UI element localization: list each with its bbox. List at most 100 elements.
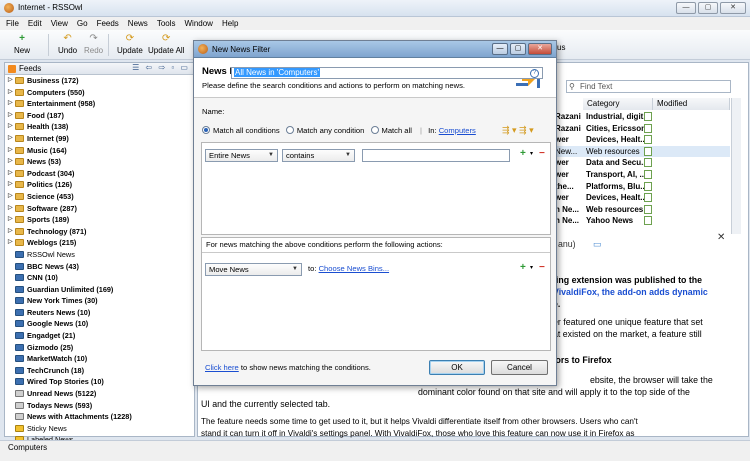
expand-arrow-icon[interactable]: ▷: [8, 98, 13, 110]
feed-item[interactable]: ▷ Podcast (304): [5, 168, 194, 180]
minimize-button[interactable]: —: [676, 2, 696, 14]
feed-item[interactable]: Guardian Unlimited (169): [5, 284, 194, 296]
menu-edit[interactable]: Edit: [28, 17, 42, 30]
filter-name-field[interactable]: All News in 'Computers'?: [231, 67, 543, 79]
feed-item[interactable]: New York Times (30): [5, 295, 194, 307]
close-button[interactable]: ✕: [720, 2, 746, 14]
ok-button[interactable]: OK: [429, 360, 485, 375]
column-header-category[interactable]: Category: [583, 98, 653, 110]
news-table-scrollbar[interactable]: [731, 98, 741, 234]
menu-tools[interactable]: Tools: [157, 17, 176, 30]
click-here-link[interactable]: Click here: [205, 363, 239, 372]
feed-item[interactable]: Wired Top Stories (10): [5, 376, 194, 388]
feed-item[interactable]: ▷ Music (164): [5, 145, 194, 157]
condition-value-input[interactable]: [362, 149, 510, 162]
new-button[interactable]: + New: [14, 33, 30, 55]
feed-item[interactable]: TechCrunch (18): [5, 365, 194, 377]
feed-item[interactable]: Reuters News (10): [5, 307, 194, 319]
add-condition-icon[interactable]: +: [520, 148, 526, 159]
dialog-close-button[interactable]: ✕: [528, 43, 552, 55]
feed-item[interactable]: CNN (10): [5, 272, 194, 284]
feed-item[interactable]: ▷ Politics (126): [5, 179, 194, 191]
menu-file[interactable]: File: [6, 17, 19, 30]
menu-window[interactable]: Window: [185, 17, 213, 30]
feed-item[interactable]: Sticky News: [5, 423, 194, 435]
expand-arrow-icon[interactable]: ▷: [8, 168, 13, 180]
chevron-down-icon[interactable]: ▾: [530, 150, 533, 157]
maximize-button[interactable]: ▢: [698, 2, 718, 14]
chevron-down-icon[interactable]: ▾: [530, 264, 533, 271]
feed-item[interactable]: News with Attachments (1228): [5, 411, 194, 423]
feed-item[interactable]: ▷ Health (138): [5, 121, 194, 133]
dialog-minimize-button[interactable]: —: [492, 43, 508, 55]
location-link[interactable]: Computers: [439, 126, 476, 135]
remove-condition-icon[interactable]: −: [539, 148, 545, 159]
feed-item[interactable]: BBC News (43): [5, 261, 194, 273]
update-all-button[interactable]: ⟳ Update All: [148, 33, 184, 55]
table-row[interactable]: Razani Cities, Ericsson...: [555, 123, 730, 135]
radio-match-any-condition[interactable]: Match any condition: [285, 126, 364, 135]
toolbar-item-partial[interactable]: us: [557, 43, 565, 52]
add-action-icon[interactable]: +: [520, 262, 526, 273]
table-row[interactable]: n Ne... Web resources: [555, 204, 730, 216]
table-row[interactable]: wer Transport, AI, ...: [555, 169, 730, 181]
feed-item[interactable]: MarketWatch (10): [5, 353, 194, 365]
expand-arrow-icon[interactable]: ▷: [8, 226, 13, 238]
expand-arrow-icon[interactable]: ▷: [8, 133, 13, 145]
feed-item[interactable]: ▷ Weblogs (215): [5, 237, 194, 249]
table-row[interactable]: the... Platforms, Blu...: [555, 181, 730, 193]
feed-item[interactable]: ▷ Food (187): [5, 110, 194, 122]
feed-item[interactable]: Google News (10): [5, 318, 194, 330]
dialog-maximize-button[interactable]: ▢: [510, 43, 526, 55]
feed-item[interactable]: ▷ Entertainment (958): [5, 98, 194, 110]
expand-arrow-icon[interactable]: ▷: [8, 237, 13, 249]
feed-item[interactable]: Todays News (593): [5, 400, 194, 412]
menu-feeds[interactable]: Feeds: [97, 17, 119, 30]
menu-view[interactable]: View: [51, 17, 68, 30]
menu-help[interactable]: Help: [222, 17, 238, 30]
expand-arrow-icon[interactable]: ▷: [8, 110, 13, 122]
radio-match-all-conditions[interactable]: Match all conditions: [202, 126, 280, 135]
expand-arrow-icon[interactable]: ▷: [8, 191, 13, 203]
feed-item[interactable]: Unread News (5122): [5, 388, 194, 400]
redo-button[interactable]: ↷ Redo: [84, 33, 103, 55]
expand-arrow-icon[interactable]: ▷: [8, 203, 13, 215]
table-row[interactable]: wer Data and Secu...: [555, 157, 730, 169]
column-header-modified[interactable]: Modified: [653, 98, 730, 110]
feed-item[interactable]: ▷ News (53): [5, 156, 194, 168]
expand-arrow-icon[interactable]: ▷: [8, 145, 13, 157]
undo-button[interactable]: ↶ Undo: [58, 33, 77, 55]
feed-item[interactable]: ▷ Business (172): [5, 75, 194, 87]
action-type-select[interactable]: Move News: [205, 263, 302, 276]
remove-action-icon[interactable]: −: [539, 262, 545, 273]
table-row[interactable]: New... Web resources: [555, 145, 730, 158]
condition-operator-select[interactable]: contains: [282, 149, 355, 162]
menu-news[interactable]: News: [128, 17, 148, 30]
feed-item[interactable]: ▷ Software (287): [5, 203, 194, 215]
table-row[interactable]: Razani Industrial, digit...: [555, 111, 730, 123]
feed-item[interactable]: Engadget (21): [5, 330, 194, 342]
feed-item[interactable]: ▷ Internet (99): [5, 133, 194, 145]
expand-arrow-icon[interactable]: ▷: [8, 214, 13, 226]
expand-arrow-icon[interactable]: ▷: [8, 156, 13, 168]
expand-arrow-icon[interactable]: ▷: [8, 121, 13, 133]
table-row[interactable]: wer Devices, Healt...: [555, 192, 730, 204]
help-icon[interactable]: ?: [530, 69, 539, 78]
comment-icon[interactable]: ▭: [593, 238, 601, 250]
feed-item[interactable]: ▷ Sports (189): [5, 214, 194, 226]
feed-item[interactable]: RSSOwl News: [5, 249, 194, 261]
feed-item[interactable]: ▷ Computers (550): [5, 87, 194, 99]
cancel-button[interactable]: Cancel: [491, 360, 548, 375]
expand-arrow-icon[interactable]: ▷: [8, 75, 13, 87]
feed-item[interactable]: ▷ Science (453): [5, 191, 194, 203]
condition-tools-icon[interactable]: ⇶ ▾ ⇶ ▾: [502, 125, 534, 136]
update-button[interactable]: ⟳ Update: [117, 33, 143, 55]
expand-arrow-icon[interactable]: ▷: [8, 87, 13, 99]
condition-field-select[interactable]: Entire News: [205, 149, 278, 162]
radio-match-all[interactable]: Match all: [370, 126, 412, 135]
feed-item[interactable]: Gizmodo (25): [5, 342, 194, 354]
feed-item[interactable]: ▷ Technology (871): [5, 226, 194, 238]
table-row[interactable]: wer Devices, Healt...: [555, 134, 730, 146]
feeds-toolbar[interactable]: ☰ ⇦ ⇨ ▫ ▭: [132, 63, 190, 72]
search-input[interactable]: ⚲ Find Text: [566, 80, 731, 93]
